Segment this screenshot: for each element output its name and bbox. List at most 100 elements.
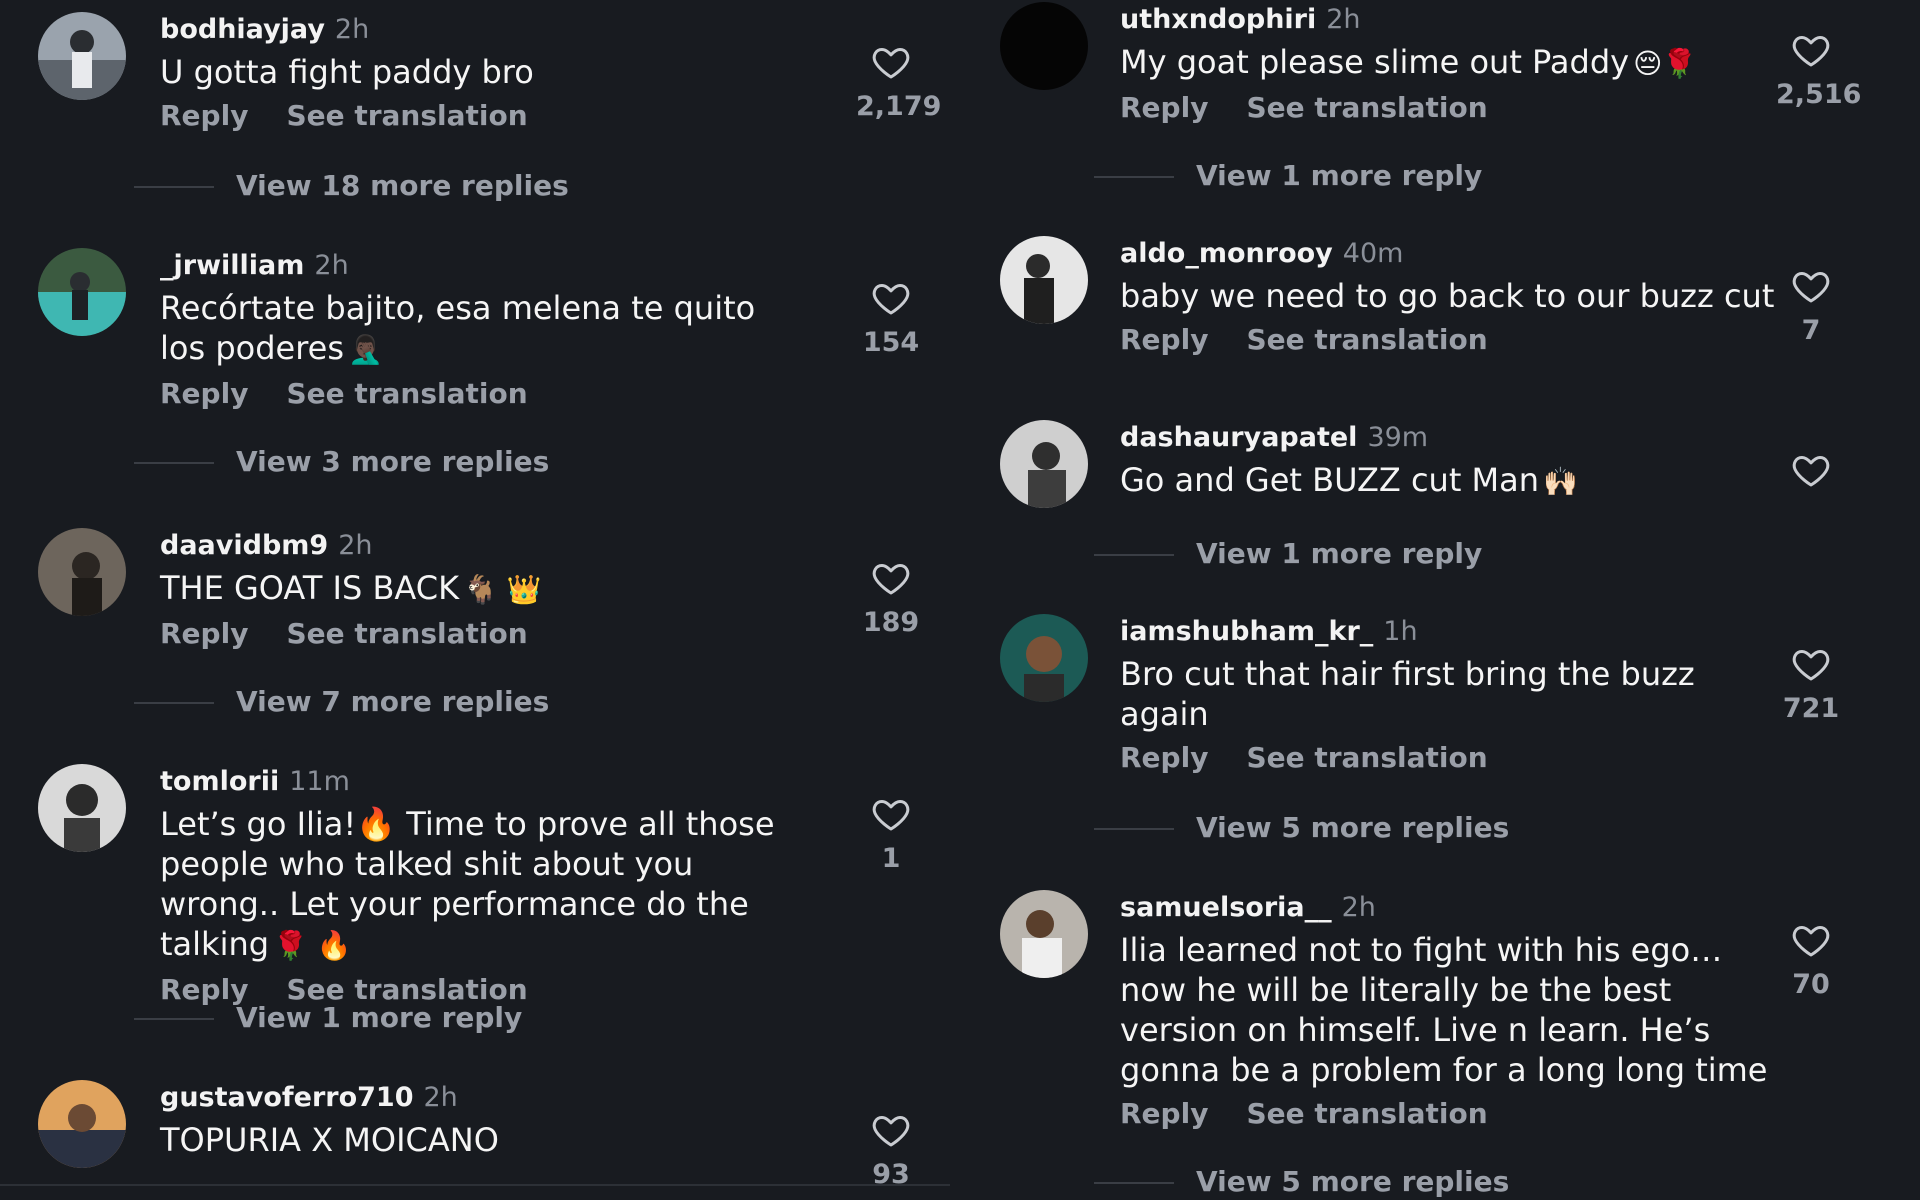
comment-time: 2h (423, 1082, 458, 1113)
avatar[interactable] (1000, 420, 1088, 508)
comment-text: Bro cut that hair first bring the buzz a… (1120, 655, 1695, 733)
avatar[interactable] (1000, 890, 1088, 978)
comment-text: U gotta fight paddy bro (160, 53, 534, 91)
view-replies-button[interactable]: View 3 more replies (134, 444, 549, 480)
comments-column-left: bodhiayjay 2h U gotta fight paddy bro Rep… (0, 0, 950, 1200)
avatar[interactable] (38, 1080, 126, 1168)
view-replies-button[interactable]: View 5 more replies (1094, 810, 1509, 846)
avatar[interactable] (1000, 614, 1088, 702)
like-area: 154 (856, 278, 926, 360)
reply-button[interactable]: Reply (1120, 741, 1208, 774)
divider (1094, 828, 1174, 830)
avatar[interactable] (1000, 2, 1088, 90)
comment-username[interactable]: dashauryapatel (1120, 422, 1357, 453)
like-count: 721 (1782, 693, 1840, 724)
like-count: 2,179 (856, 91, 942, 122)
view-replies-button[interactable]: View 5 more replies (1094, 1164, 1509, 1200)
avatar[interactable] (38, 764, 126, 852)
like-count: 7 (1801, 315, 1821, 346)
heart-icon[interactable] (1791, 266, 1831, 306)
comment-time: 2h (334, 14, 370, 45)
comment-text: My goat please slime out Paddy 😔🌹 (1120, 43, 1698, 81)
see-translation-button[interactable]: See translation (286, 377, 527, 410)
emoji: 🙌🏻 (1543, 465, 1578, 498)
like-count: 2,516 (1776, 79, 1862, 110)
see-translation-button[interactable]: See translation (1246, 1097, 1487, 1130)
avatar[interactable] (38, 248, 126, 336)
emoji: 🤦🏿‍♂️ (348, 333, 383, 366)
like-count: 189 (862, 607, 920, 638)
view-replies-button[interactable]: View 1 more reply (1094, 536, 1482, 572)
view-replies-button[interactable]: View 18 more replies (134, 168, 569, 204)
avatar[interactable] (38, 12, 126, 100)
see-translation-button[interactable]: See translation (1246, 741, 1487, 774)
divider (0, 1184, 950, 1186)
see-translation-button[interactable]: See translation (286, 99, 527, 132)
reply-button[interactable]: Reply (160, 377, 248, 410)
heart-icon[interactable] (1791, 30, 1831, 70)
comment-time: 1h (1383, 616, 1418, 647)
reply-button[interactable]: Reply (1120, 1097, 1208, 1130)
comment-username[interactable]: samuelsoria__ (1120, 892, 1332, 923)
comment-text: TOPURIA X MOICANO (160, 1121, 499, 1159)
comment-text: Ilia learned not to fight with his ego… … (1120, 931, 1768, 1089)
heart-icon[interactable] (871, 1110, 911, 1150)
comment-text: Let’s go Ilia!🔥 Time to prove all those … (160, 805, 775, 963)
emoji: 🌹 🔥 (273, 929, 352, 962)
reply-button[interactable]: Reply (1120, 91, 1208, 124)
comment-time: 11m (289, 766, 350, 797)
like-count: 154 (862, 327, 920, 358)
like-area: 721 (1776, 644, 1846, 726)
reply-button[interactable]: Reply (160, 99, 248, 132)
like-count: 1 (881, 843, 901, 874)
view-replies-button[interactable]: View 1 more reply (1094, 158, 1482, 194)
heart-icon[interactable] (1791, 920, 1831, 960)
comment-username[interactable]: aldo_monrooy (1120, 238, 1333, 269)
comment-text: Go and Get BUZZ cut Man 🙌🏻 (1120, 461, 1578, 499)
heart-icon[interactable] (871, 278, 911, 318)
see-translation-button[interactable]: See translation (1246, 323, 1487, 356)
emoji: 😔🌹 (1633, 47, 1698, 80)
avatar[interactable] (1000, 236, 1088, 324)
divider (134, 702, 214, 704)
like-area: 189 (856, 558, 926, 640)
see-translation-button[interactable]: See translation (1246, 91, 1487, 124)
comment-username[interactable]: daavidbm9 (160, 530, 328, 561)
like-area: 2,179 (856, 42, 942, 124)
divider (1094, 554, 1174, 556)
heart-icon[interactable] (871, 558, 911, 598)
divider (134, 186, 214, 188)
comment-username[interactable]: bodhiayjay (160, 14, 325, 45)
avatar[interactable] (38, 528, 126, 616)
comment-time: 2h (1326, 4, 1361, 35)
like-count: 70 (1792, 969, 1830, 1000)
heart-icon[interactable] (871, 794, 911, 834)
comment-text: baby we need to go back to our buzz cut (1120, 277, 1775, 315)
view-replies-button[interactable]: View 7 more replies (134, 684, 549, 720)
heart-icon[interactable] (871, 42, 911, 82)
divider (1094, 1182, 1174, 1184)
comment-text: Recórtate bajito, esa melena te quito lo… (160, 289, 756, 367)
comment-time: 39m (1367, 422, 1429, 453)
comment-username[interactable]: gustavoferro710 (160, 1082, 414, 1113)
reply-button[interactable]: Reply (160, 617, 248, 650)
heart-icon[interactable] (1791, 450, 1831, 490)
comment-time: 2h (1341, 892, 1376, 923)
view-replies-button[interactable]: View 1 more reply (134, 1000, 522, 1036)
like-area: 93 (856, 1110, 926, 1192)
comment-username[interactable]: tomlorii (160, 766, 279, 797)
comments-column-right: uthxndophiri 2h My goat please slime out … (960, 0, 1920, 1200)
comment-username[interactable]: iamshubham_kr_ (1120, 616, 1373, 647)
like-count: 93 (872, 1159, 910, 1190)
like-area: 70 (1776, 920, 1846, 1002)
see-translation-button[interactable]: See translation (286, 617, 527, 650)
reply-button[interactable]: Reply (1120, 323, 1208, 356)
like-area: 7 (1776, 266, 1846, 348)
heart-icon[interactable] (1791, 644, 1831, 684)
divider (134, 1018, 214, 1020)
like-area: 1 (856, 794, 926, 876)
comment-username[interactable]: _jrwilliam (160, 250, 304, 281)
comment-username[interactable]: uthxndophiri (1120, 4, 1316, 35)
comment-text: THE GOAT IS BACK 🐐 👑 (160, 569, 542, 607)
like-area: 2,516 (1776, 30, 1862, 112)
